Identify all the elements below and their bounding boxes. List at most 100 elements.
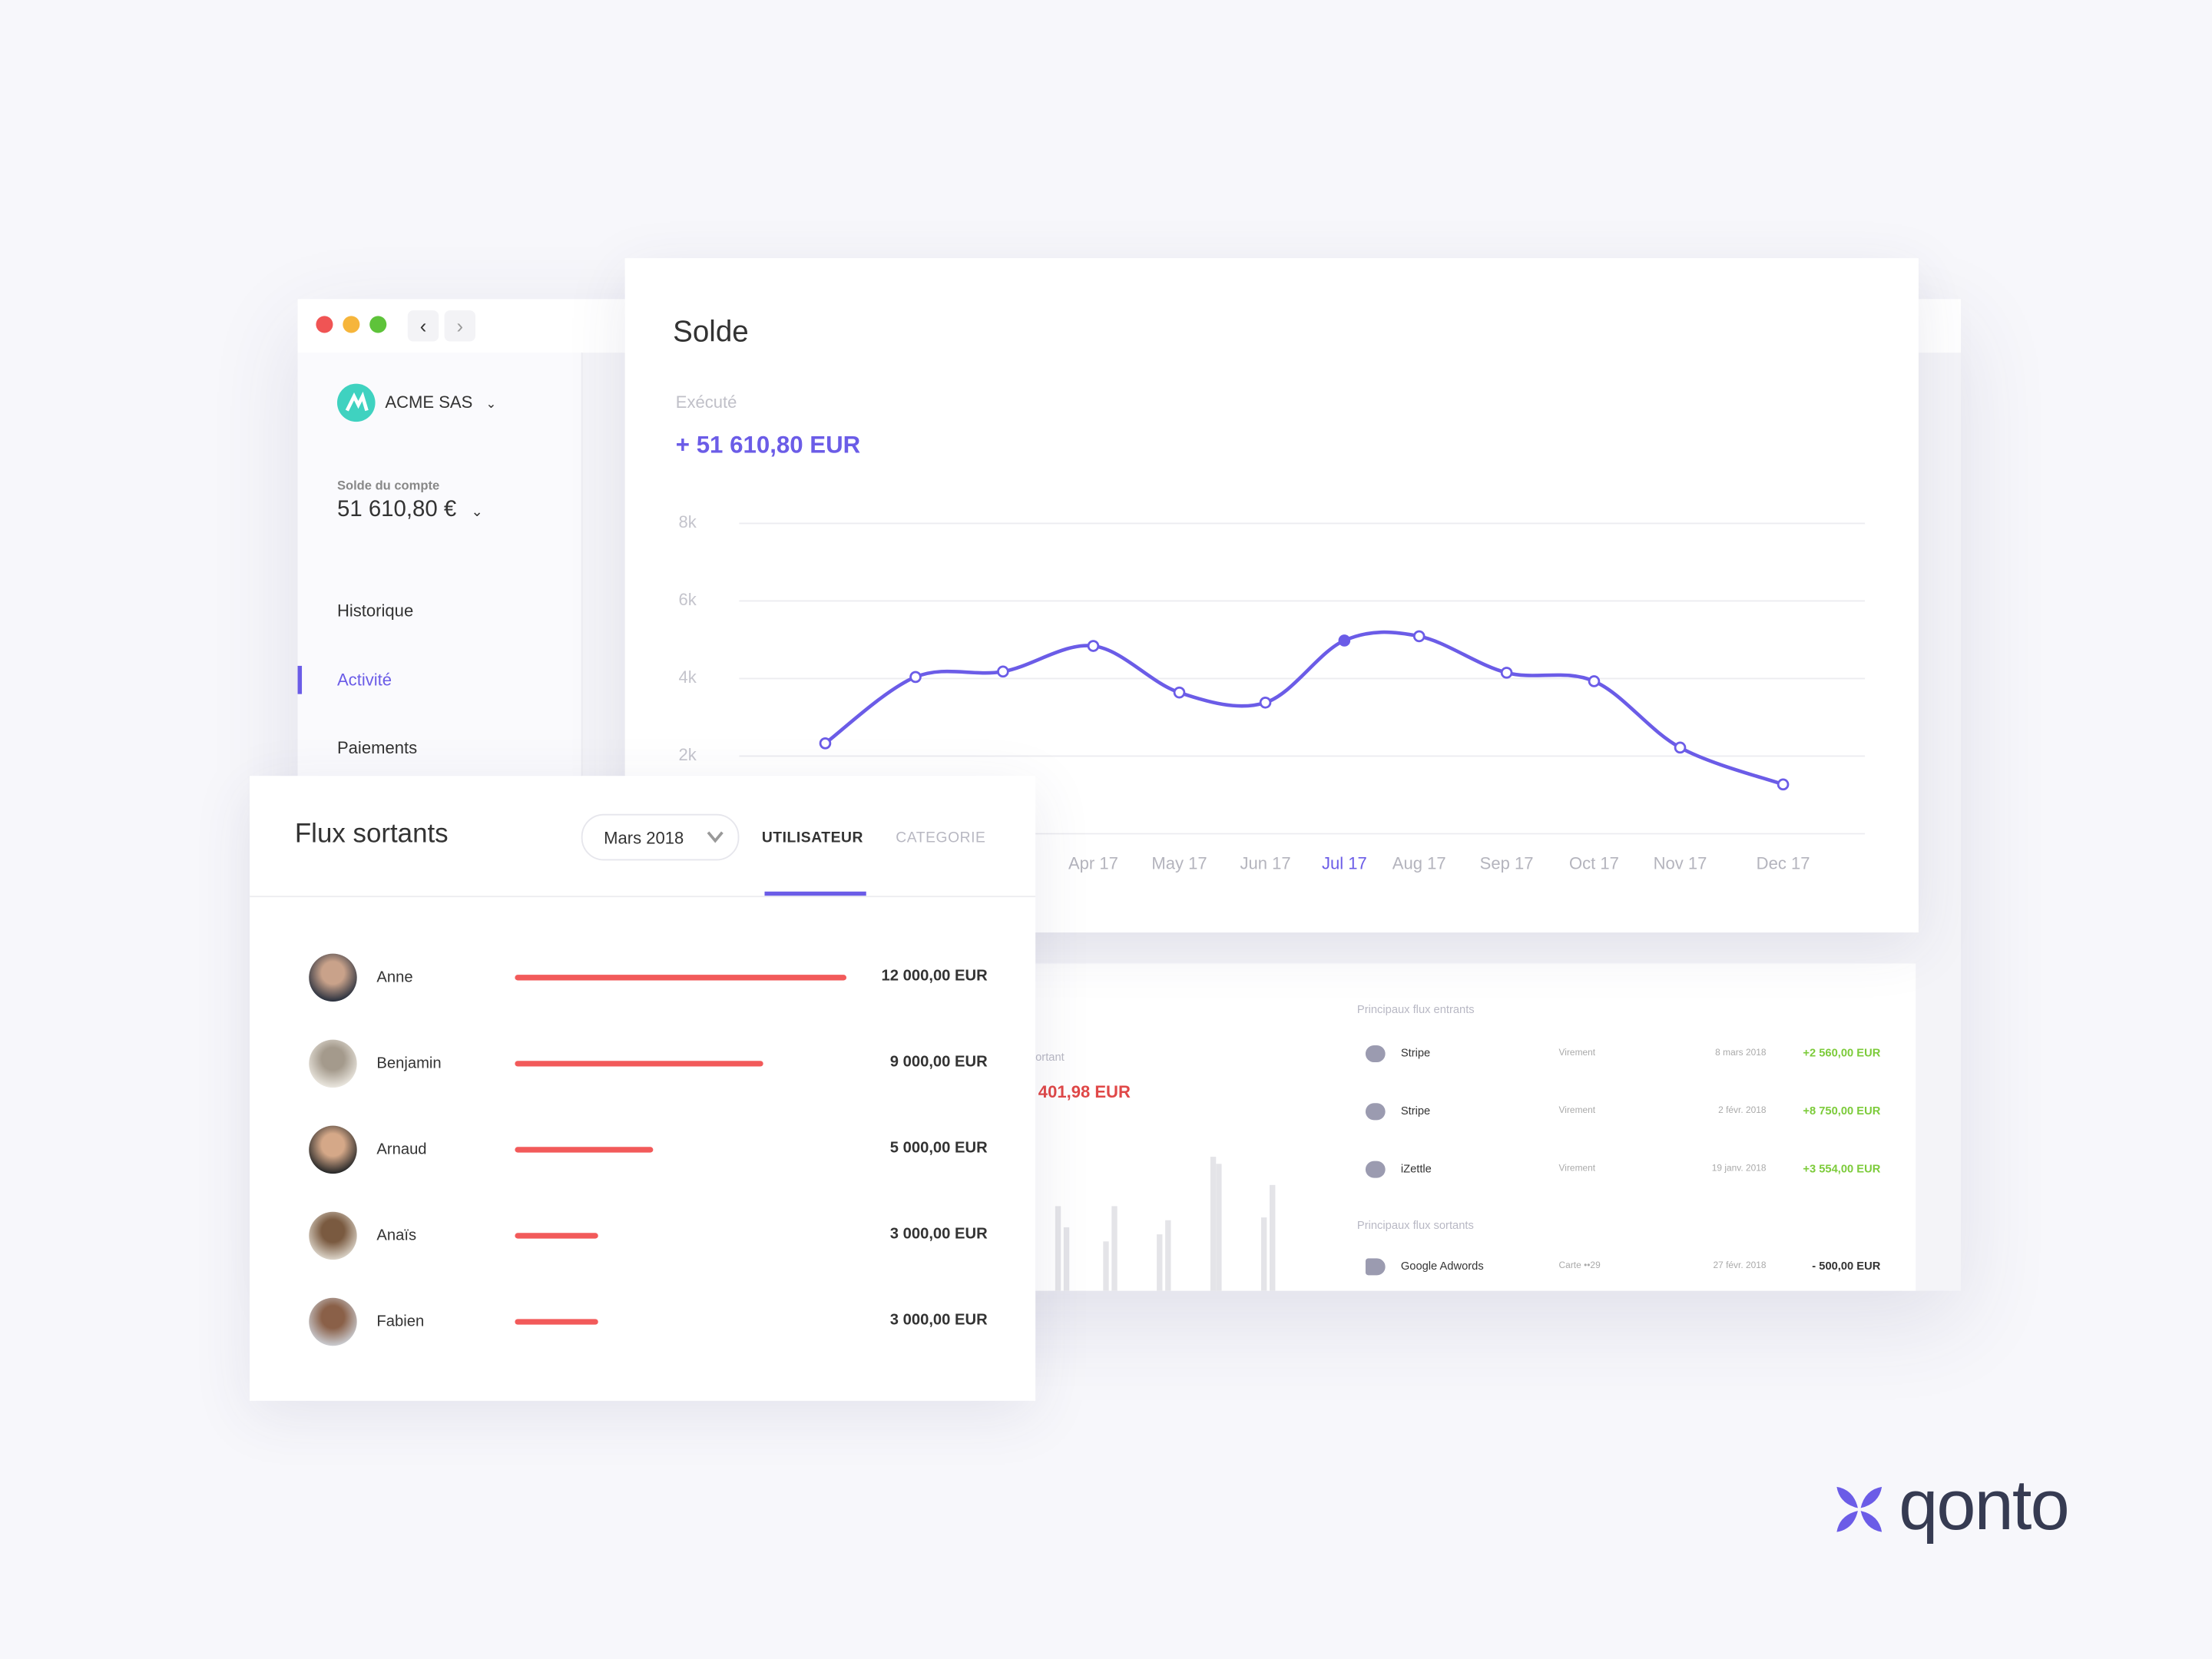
outflow-bar xyxy=(1103,1241,1109,1291)
transaction-row[interactable]: iZettle Virement 19 janv. 2018 +3 554,00 EU… xyxy=(1357,1161,1893,1182)
summary-panel: ortant 401,98 EUR Principaux flux entran… xyxy=(1035,963,1916,1291)
x-tick-label: Nov 17 xyxy=(1654,853,1707,873)
outflows-card: Flux sortants Mars 2018 UTILISATEUR CATE… xyxy=(250,776,1036,1401)
close-window-button[interactable] xyxy=(316,316,333,333)
transaction-row[interactable]: Stripe Virement 8 mars 2018 +2 560,00 EUR xyxy=(1357,1045,1893,1067)
transaction-date: 8 mars 2018 xyxy=(1715,1048,1767,1058)
outflow-bar xyxy=(1055,1206,1061,1291)
outflow-bar xyxy=(1216,1164,1222,1291)
chevron-right-icon: › xyxy=(456,314,464,337)
sidebar-item-historique[interactable]: Historique xyxy=(337,601,413,621)
tab-categorie[interactable]: CATEGORIE xyxy=(896,830,985,846)
data-point[interactable] xyxy=(1674,741,1687,754)
chevron-down-icon: ⌄ xyxy=(485,396,497,411)
outflow-bar xyxy=(515,1061,764,1067)
transaction-type: Virement xyxy=(1558,1164,1596,1174)
outflow-bars xyxy=(1055,1157,1276,1291)
maximize-window-button[interactable] xyxy=(369,316,387,333)
data-point[interactable] xyxy=(1588,675,1601,687)
user-amount: 3 000,00 EUR xyxy=(889,1226,988,1243)
data-point[interactable] xyxy=(1500,667,1513,679)
data-point[interactable] xyxy=(1777,778,1790,791)
user-name: Anne xyxy=(376,969,413,986)
x-tick-label: Sep 17 xyxy=(1480,853,1534,873)
transaction-amount: +8 750,00 EUR xyxy=(1803,1104,1881,1118)
outflow-bar xyxy=(1261,1217,1267,1291)
tab-utilisateur[interactable]: UTILISATEUR xyxy=(762,830,863,846)
brand-wordmark: qonto xyxy=(1899,1465,2069,1545)
forward-button[interactable]: › xyxy=(444,310,475,342)
transaction-type: Virement xyxy=(1558,1048,1596,1058)
transaction-row[interactable]: Google Adwords Carte ••29 27 févr. 2018 - 5… xyxy=(1357,1258,1893,1280)
minimize-window-button[interactable] xyxy=(343,316,360,333)
x-tick-label: Jul 17 xyxy=(1322,853,1367,873)
x-tick-label: Oct 17 xyxy=(1569,853,1619,873)
outflow-bar xyxy=(1270,1184,1276,1291)
period-dropdown[interactable]: Mars 2018 xyxy=(581,813,740,861)
user-avatar xyxy=(309,1297,357,1346)
transaction-date: 27 févr. 2018 xyxy=(1713,1261,1767,1271)
transaction-name: Stripe xyxy=(1400,1046,1431,1060)
y-tick-label: 8k xyxy=(678,512,697,531)
user-row[interactable]: Anne 12 000,00 EUR xyxy=(250,953,1035,1002)
period-value: Mars 2018 xyxy=(604,828,684,848)
user-amount: 3 000,00 EUR xyxy=(889,1312,988,1330)
data-point[interactable] xyxy=(1338,634,1351,647)
handshake-icon xyxy=(1365,1045,1386,1063)
sidebar-item-activite[interactable]: Activité xyxy=(337,670,392,690)
x-tick-label: Apr 17 xyxy=(1068,853,1118,873)
chevron-down-icon xyxy=(707,831,724,843)
user-name: Fabien xyxy=(376,1313,425,1331)
company-logo xyxy=(336,383,376,422)
handshake-icon xyxy=(1365,1103,1386,1121)
data-point[interactable] xyxy=(909,671,922,684)
qonto-logo: qonto xyxy=(1834,1465,2070,1545)
company-name: ACME SAS xyxy=(385,392,473,412)
outflow-total: 401,98 EUR xyxy=(1038,1081,1131,1102)
outflow-bar xyxy=(1063,1227,1070,1291)
outflow-bar xyxy=(1157,1234,1163,1291)
back-button[interactable]: ‹ xyxy=(407,310,439,342)
x-tick-label: Jun 17 xyxy=(1240,853,1290,873)
data-point[interactable] xyxy=(1173,686,1186,699)
transaction-amount: +2 560,00 EUR xyxy=(1803,1046,1881,1060)
data-point[interactable] xyxy=(1259,696,1272,709)
data-point[interactable] xyxy=(1412,630,1426,643)
balance-selector[interactable]: 51 610,80 € ⌄ xyxy=(337,498,483,523)
transaction-amount: - 500,00 EUR xyxy=(1812,1260,1881,1273)
transaction-name: iZettle xyxy=(1400,1162,1432,1175)
transaction-name: Stripe xyxy=(1400,1104,1431,1118)
transaction-row[interactable]: Stripe Virement 2 févr. 2018 +8 750,00 EUR xyxy=(1357,1103,1893,1124)
handshake-icon xyxy=(1365,1161,1386,1178)
data-point[interactable] xyxy=(819,737,832,750)
user-row[interactable]: Anaïs 3 000,00 EUR xyxy=(250,1211,1035,1260)
user-name: Anaïs xyxy=(376,1227,417,1244)
transaction-name: Google Adwords xyxy=(1400,1260,1484,1273)
user-avatar xyxy=(309,953,357,1002)
transaction-type: Carte ••29 xyxy=(1558,1261,1601,1271)
data-point[interactable] xyxy=(1087,640,1100,652)
outflow-bar xyxy=(515,1147,654,1153)
balance-value: 51 610,80 € xyxy=(336,498,457,522)
chevron-left-icon: ‹ xyxy=(419,314,427,337)
outflow-label: ortant xyxy=(1035,1051,1065,1064)
card-title: Flux sortants xyxy=(294,820,449,849)
user-row[interactable]: Fabien 3 000,00 EUR xyxy=(250,1297,1035,1346)
company-switcher[interactable]: ACME SAS ⌄ xyxy=(385,392,496,412)
outflow-bar xyxy=(1111,1206,1118,1291)
transaction-amount: +3 554,00 EUR xyxy=(1803,1162,1881,1175)
sidebar-item-paiements[interactable]: Paiements xyxy=(337,738,417,758)
user-avatar xyxy=(309,1125,357,1174)
user-amount: 5 000,00 EUR xyxy=(889,1140,988,1157)
user-row[interactable]: Benjamin 9 000,00 EUR xyxy=(250,1039,1035,1088)
user-name: Arnaud xyxy=(376,1141,427,1158)
transaction-date: 2 févr. 2018 xyxy=(1718,1105,1767,1116)
user-amount: 9 000,00 EUR xyxy=(889,1054,988,1071)
incoming-title: Principaux flux entrants xyxy=(1356,1002,1475,1016)
y-tick-label: 4k xyxy=(678,667,697,687)
transaction-date: 19 janv. 2018 xyxy=(1711,1164,1767,1174)
data-point[interactable] xyxy=(997,665,1009,678)
user-avatar xyxy=(309,1211,357,1260)
user-row[interactable]: Arnaud 5 000,00 EUR xyxy=(250,1125,1035,1174)
outflow-bar xyxy=(1165,1220,1171,1291)
